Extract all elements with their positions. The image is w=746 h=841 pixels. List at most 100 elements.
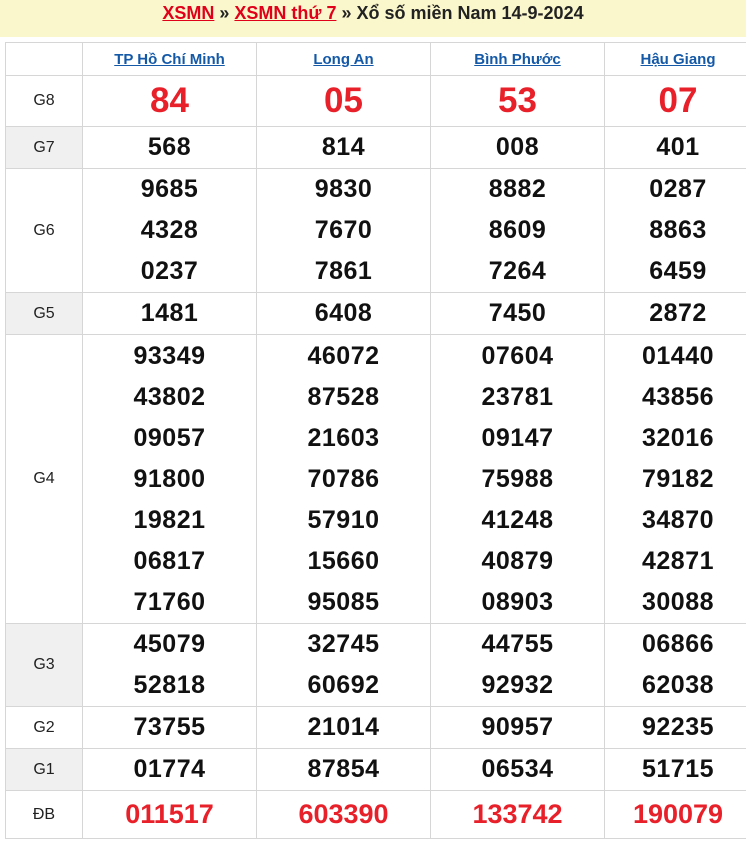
prize-value: 01774 — [82, 748, 257, 791]
prize-cell: 0287 8863 6459 — [604, 168, 746, 293]
prize-value: 0237 — [140, 257, 199, 285]
province-header-row: TP Hồ Chí Minh Long An Bình Phước Hậu Gi… — [5, 42, 746, 76]
prize-cell: 07604 23781 09147 75988 41248 40879 0890… — [430, 334, 605, 624]
prize-value: 23781 — [481, 382, 554, 411]
prize-cell: 93349 43802 09057 91800 19821 06817 7176… — [82, 334, 257, 624]
prize-value: 70786 — [307, 464, 380, 493]
prize-value: 06866 — [641, 630, 715, 658]
prize-label: G8 — [5, 75, 83, 127]
special-prize-value: 603390 — [256, 790, 431, 839]
breadcrumb-header: XSMN » XSMN thứ 7 » Xổ số miền Nam 14-9-… — [0, 0, 746, 37]
prize-value: 91800 — [133, 464, 206, 493]
prize-cell: 45079 52818 — [82, 623, 257, 707]
prize-value: 60692 — [307, 671, 380, 699]
prize-value: 41248 — [481, 505, 554, 534]
prize-cell: 44755 92932 — [430, 623, 605, 707]
prize-cell: 9685 4328 0237 — [82, 168, 257, 293]
prize-value: 8609 — [488, 216, 547, 244]
prize-value: 07604 — [481, 341, 554, 370]
prize-value: 32745 — [307, 630, 380, 658]
province-header: TP Hồ Chí Minh — [82, 42, 257, 76]
prize-value: 401 — [604, 126, 746, 169]
prize-value: 2872 — [604, 292, 746, 335]
prize-value: 51715 — [604, 748, 746, 791]
prize-value: 90957 — [430, 706, 605, 749]
prize-value: 7450 — [430, 292, 605, 335]
prize-value: 52818 — [133, 671, 206, 699]
prize-value: 87528 — [307, 382, 380, 411]
prize-value: 09147 — [481, 423, 554, 452]
prize-row-special: ĐB 011517 603390 133742 190079 — [5, 790, 746, 839]
breadcrumb-separator: » — [336, 3, 357, 23]
prize-value: 0287 — [649, 175, 707, 203]
prize-cell: 9830 7670 7861 — [256, 168, 431, 293]
special-prize-value: 133742 — [430, 790, 605, 839]
prize-value: 08903 — [481, 587, 554, 616]
prize-value: 21603 — [307, 423, 380, 452]
province-link-hcm[interactable]: TP Hồ Chí Minh — [114, 51, 225, 68]
prize-label: G7 — [5, 126, 83, 169]
prize-value: 62038 — [641, 671, 715, 699]
prize-value: 814 — [256, 126, 431, 169]
prize-value: 6459 — [649, 257, 707, 285]
special-prize-value: 011517 — [82, 790, 257, 839]
prize-label: G2 — [5, 706, 83, 749]
prize-value: 53 — [430, 75, 605, 127]
prize-row-g3: G3 45079 52818 32745 60692 44755 92932 0… — [5, 623, 746, 707]
prize-value: 57910 — [307, 505, 380, 534]
prize-value: 92932 — [481, 671, 554, 699]
province-link-binh-phuoc[interactable]: Bình Phước — [474, 51, 561, 68]
results-table: TP Hồ Chí Minh Long An Bình Phước Hậu Gi… — [5, 42, 746, 839]
prize-label: ĐB — [5, 790, 83, 839]
prize-value: 84 — [82, 75, 257, 127]
prize-value: 34870 — [641, 505, 715, 534]
prize-label: G1 — [5, 748, 83, 791]
prize-label: G4 — [5, 334, 83, 624]
prize-value: 43802 — [133, 382, 206, 411]
prize-value: 32016 — [641, 423, 715, 452]
prize-label: G6 — [5, 168, 83, 293]
page-title: Xổ số miền Nam 14-9-2024 — [356, 3, 584, 23]
prize-value: 008 — [430, 126, 605, 169]
prize-value: 46072 — [307, 341, 380, 370]
prize-cell: 46072 87528 21603 70786 57910 15660 9508… — [256, 334, 431, 624]
prize-value: 06534 — [430, 748, 605, 791]
prize-row-g2: G2 73755 21014 90957 92235 — [5, 706, 746, 749]
prize-row-g1: G1 01774 87854 06534 51715 — [5, 748, 746, 791]
prize-value: 05 — [256, 75, 431, 127]
prize-value: 7861 — [314, 257, 373, 285]
prize-value: 8882 — [488, 175, 547, 203]
prize-value: 568 — [82, 126, 257, 169]
special-prize-value: 190079 — [604, 790, 746, 839]
breadcrumb-link-xsmn-saturday[interactable]: XSMN thứ 7 — [234, 3, 336, 23]
prize-value: 06817 — [133, 546, 206, 575]
prize-value: 15660 — [307, 546, 380, 575]
province-header: Hậu Giang — [604, 42, 746, 76]
prize-value: 40879 — [481, 546, 554, 575]
corner-cell — [5, 42, 83, 76]
prize-value: 8863 — [649, 216, 707, 244]
province-link-hau-giang[interactable]: Hậu Giang — [640, 51, 715, 68]
prize-value: 79182 — [641, 464, 715, 493]
province-header: Long An — [256, 42, 431, 76]
prize-value: 07 — [604, 75, 746, 127]
breadcrumb-link-xsmn[interactable]: XSMN — [162, 3, 214, 23]
prize-value: 93349 — [133, 341, 206, 370]
prize-value: 75988 — [481, 464, 554, 493]
prize-value: 95085 — [307, 587, 380, 616]
prize-row-g7: G7 568 814 008 401 — [5, 126, 746, 169]
prize-value: 30088 — [641, 587, 715, 616]
prize-label: G5 — [5, 292, 83, 335]
prize-value: 71760 — [133, 587, 206, 616]
prize-row-g8: G8 84 05 53 07 — [5, 75, 746, 127]
prize-value: 7264 — [488, 257, 547, 285]
prize-cell: 8882 8609 7264 — [430, 168, 605, 293]
province-link-long-an[interactable]: Long An — [313, 51, 373, 68]
prize-cell: 01440 43856 32016 79182 34870 42871 3008… — [604, 334, 746, 624]
prize-value: 01440 — [641, 341, 715, 370]
prize-row-g5: G5 1481 6408 7450 2872 — [5, 292, 746, 335]
prize-value: 92235 — [604, 706, 746, 749]
prize-value: 19821 — [133, 505, 206, 534]
prize-value: 21014 — [256, 706, 431, 749]
prize-row-g6: G6 9685 4328 0237 9830 7670 7861 8882 86… — [5, 168, 746, 293]
